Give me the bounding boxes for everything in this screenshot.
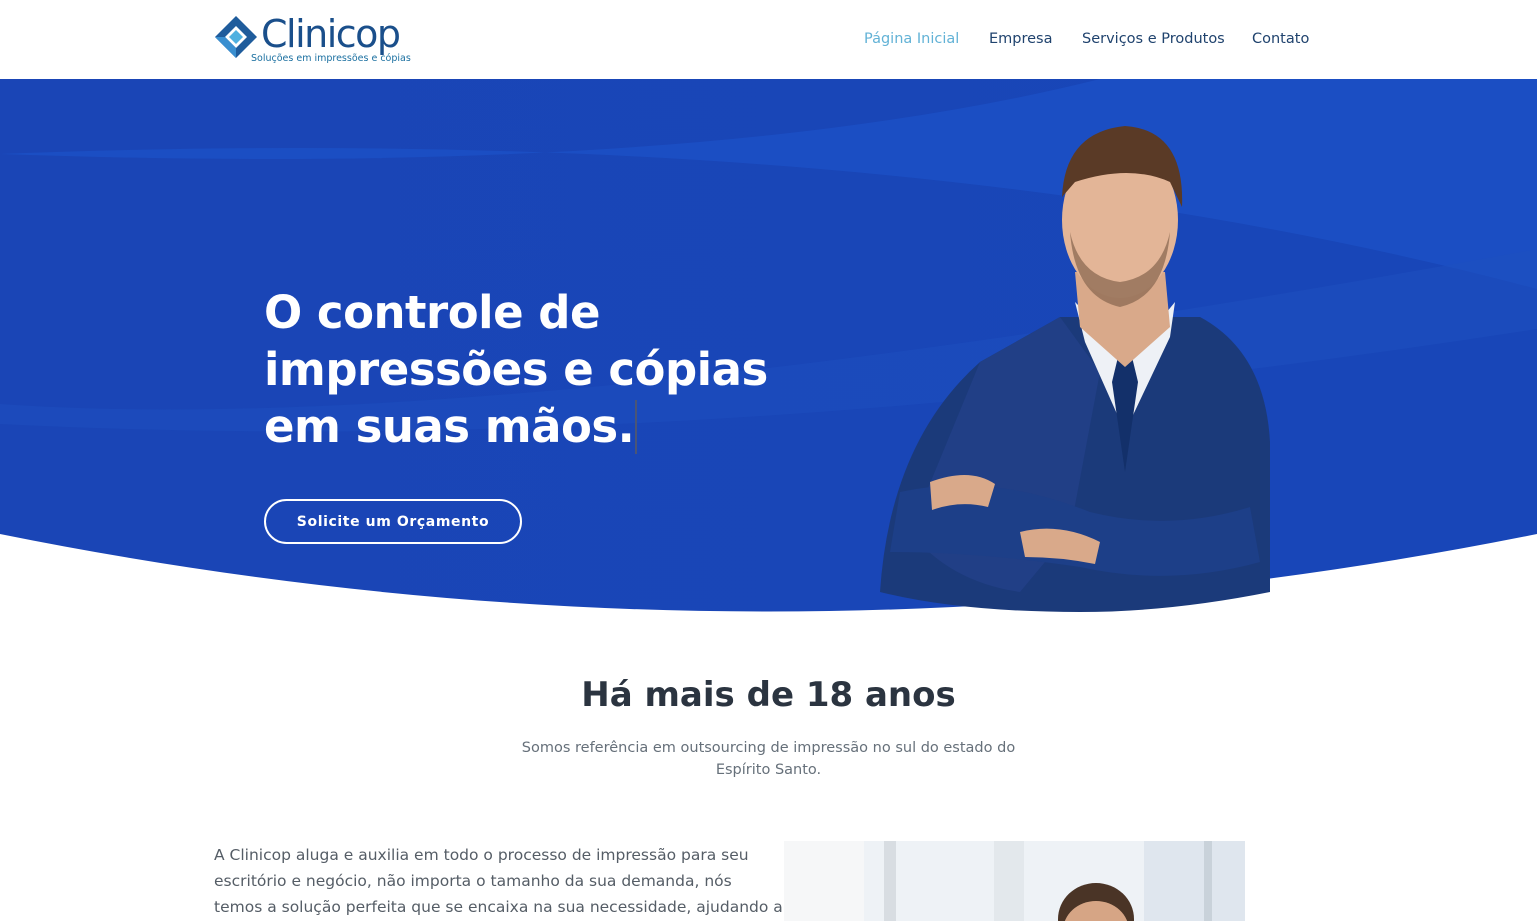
hero-headline-line-1: O controle de: [264, 286, 601, 339]
nav-link-contato[interactable]: Contato: [1252, 29, 1309, 49]
hero-headline-line-3: em suas mãos.: [264, 400, 635, 453]
hero-headline-line-2: impressões e cópias: [264, 343, 768, 396]
main-nav: Página Inicial Empresa Serviços e Produt…: [0, 29, 1537, 49]
nav-link-empresa[interactable]: Empresa: [989, 29, 1053, 49]
about-paragraph-line-2: escritório e negócio, não importa o tama…: [214, 872, 732, 890]
site-header: Clinicop Soluções em impressões e cópias…: [0, 0, 1537, 79]
about-paragraph: A Clinicop aluga e auxilia em todo o pro…: [214, 842, 783, 920]
nav-link-servicos-e-produtos[interactable]: Serviços e Produtos: [1082, 29, 1225, 49]
section-subtitle: Somos referência em outsourcing de impre…: [521, 740, 1016, 778]
logo-tagline: Soluções em impressões e cópias: [251, 53, 411, 64]
typing-caret: [635, 400, 638, 454]
about-paragraph-line-1: A Clinicop aluga e auxilia em todo o pro…: [214, 846, 749, 864]
nav-link-pagina-inicial[interactable]: Página Inicial: [864, 29, 959, 49]
office-photo: [784, 841, 1245, 921]
hero-businessman-photo: [880, 126, 1270, 612]
request-quote-button[interactable]: Solicite um Orçamento: [264, 499, 522, 544]
section-title: Há mais de 18 anos: [581, 675, 956, 715]
hero-headline: O controle de impressões e cópias em sua…: [264, 284, 824, 455]
hero-section: O controle de impressões e cópias em sua…: [0, 79, 1537, 619]
about-paragraph-line-3: temos a solução perfeita que se encaixa …: [214, 898, 783, 916]
